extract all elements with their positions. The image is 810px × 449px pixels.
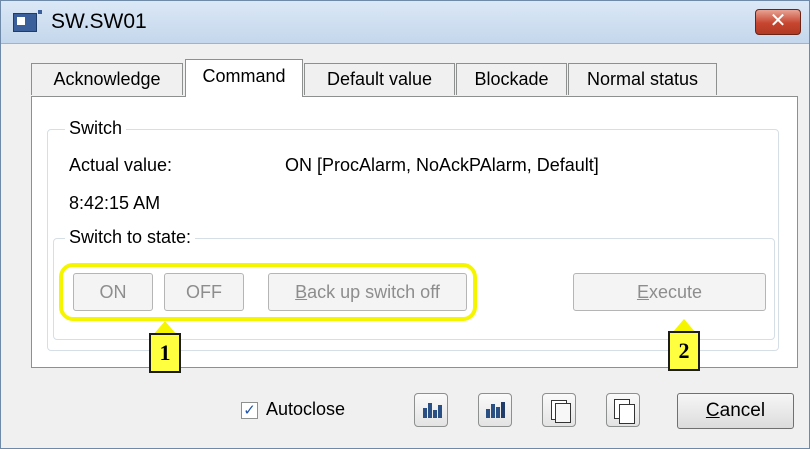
tab-label: Acknowledge — [53, 69, 161, 89]
close-button[interactable]: ✕ — [755, 9, 801, 35]
callout-2: 2 — [668, 319, 700, 373]
app-window-icon — [13, 10, 42, 32]
bar-chart-button[interactable] — [414, 393, 448, 427]
copy-button[interactable] — [606, 393, 640, 427]
tab-acknowledge[interactable]: Acknowledge — [31, 63, 183, 95]
actual-value: ON [ProcAlarm, NoAckPAlarm, Default] — [285, 155, 599, 175]
execute-label: xecute — [648, 282, 703, 302]
tab-label: Normal status — [586, 69, 699, 89]
execute-mnemonic: E — [636, 282, 649, 302]
dialog-window: SW.SW01 ✕ Acknowledge Command Default va… — [0, 0, 810, 449]
tab-normal-status[interactable]: Normal status — [568, 63, 717, 95]
autoclose-label: Autoclose — [266, 399, 346, 419]
switch-group-label: Switch — [65, 118, 127, 139]
execute-button[interactable]: Execute — [573, 273, 766, 311]
callout-1: 1 — [149, 321, 181, 375]
tab-default-value[interactable]: Default value — [304, 63, 455, 95]
switch-to-state-label: Switch to state: — [65, 227, 196, 248]
tab-label: Command — [202, 66, 286, 86]
cancel-mnemonic: C — [705, 400, 720, 421]
cancel-button[interactable]: Cancel — [677, 393, 794, 429]
callout-number: 2 — [668, 331, 700, 371]
tab-command[interactable]: Command — [185, 59, 303, 97]
bar-chart-plus-button[interactable] — [478, 393, 512, 427]
cancel-label: ancel — [719, 400, 766, 421]
state-buttons-highlight — [59, 263, 477, 321]
window-title: SW.SW01 — [51, 10, 147, 33]
tab-label: Default value — [326, 69, 433, 89]
document-edit-button[interactable] — [542, 393, 576, 427]
actual-value-label: Actual value: — [69, 155, 173, 175]
timestamp: 8:42:15 AM — [69, 193, 161, 213]
close-icon: ✕ — [769, 10, 787, 32]
callout-number: 1 — [149, 333, 181, 373]
tab-blockade[interactable]: Blockade — [456, 63, 567, 95]
tab-label: Blockade — [474, 69, 549, 89]
autoclose-checkbox[interactable]: ✓ — [241, 402, 258, 419]
title-bar[interactable]: SW.SW01 ✕ — [1, 1, 809, 44]
